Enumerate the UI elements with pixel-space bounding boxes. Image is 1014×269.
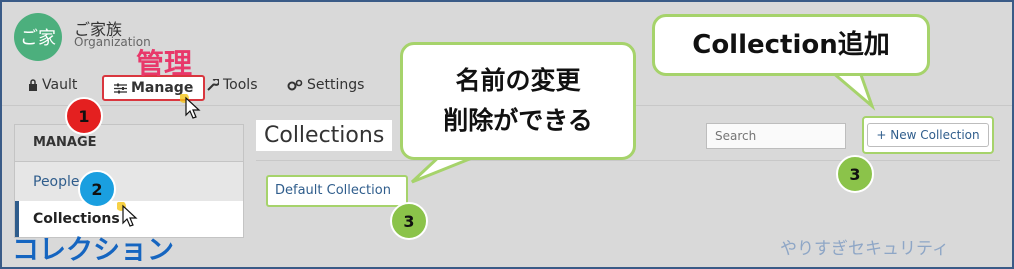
step-badge-2: 2	[78, 170, 116, 208]
callout-rename-delete: 名前の変更 削除ができる	[400, 42, 636, 160]
annotation-collections: コレクション	[12, 235, 174, 266]
cursor-icon	[117, 202, 138, 227]
cursor-icon	[180, 94, 201, 119]
step-badge-3: 3	[390, 202, 428, 240]
add-bubble-tail	[827, 70, 876, 111]
annotation-manage: 管理	[136, 47, 193, 80]
callout-rename-line2: 削除ができる	[443, 106, 593, 135]
step-badge-3: 3	[836, 155, 874, 193]
step-badge-1: 1	[65, 97, 103, 135]
callout-rename-line1: 名前の変更	[455, 66, 581, 95]
screenshot-frame: ご家 ご家族 Organization Vault Manage Tools S…	[0, 0, 1014, 269]
callout-add-collection: Collection追加	[652, 14, 930, 76]
